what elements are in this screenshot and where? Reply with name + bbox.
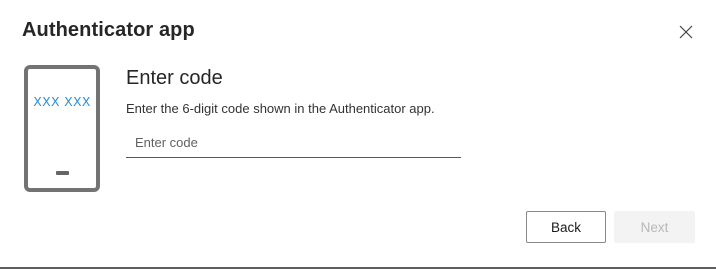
- authenticator-dialog: Authenticator app XXX XXX Enter code Ent…: [0, 0, 716, 270]
- phone-code-text: XXX XXX: [33, 94, 91, 109]
- back-button[interactable]: Back: [526, 211, 606, 243]
- close-icon: [679, 25, 693, 39]
- instructions-text: Enter the 6-digit code shown in the Auth…: [126, 101, 435, 116]
- bottom-divider: [0, 267, 716, 269]
- phone-icon: XXX XXX: [24, 65, 100, 192]
- code-input[interactable]: [126, 130, 461, 158]
- phone-home-button: [56, 171, 69, 175]
- next-button[interactable]: Next: [614, 211, 695, 243]
- close-button[interactable]: [676, 22, 696, 42]
- section-heading: Enter code: [126, 67, 223, 89]
- dialog-title: Authenticator app: [22, 19, 195, 41]
